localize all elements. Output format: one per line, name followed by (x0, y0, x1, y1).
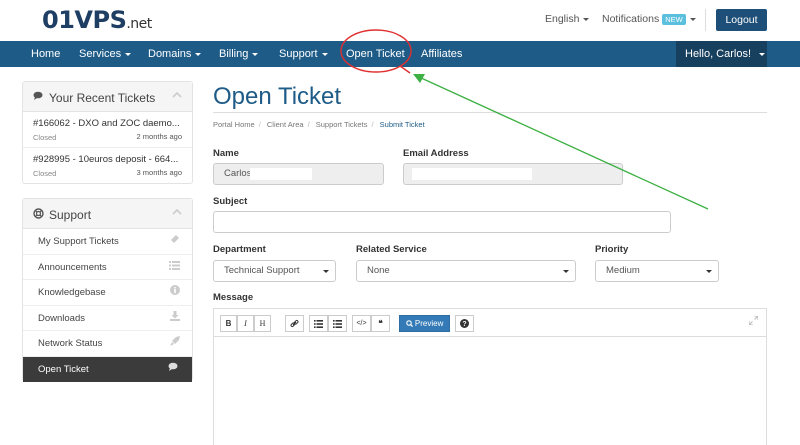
annotation-circle-tail (399, 65, 411, 74)
annotation-arrow (418, 76, 709, 210)
annotation-overlay (340, 29, 709, 210)
